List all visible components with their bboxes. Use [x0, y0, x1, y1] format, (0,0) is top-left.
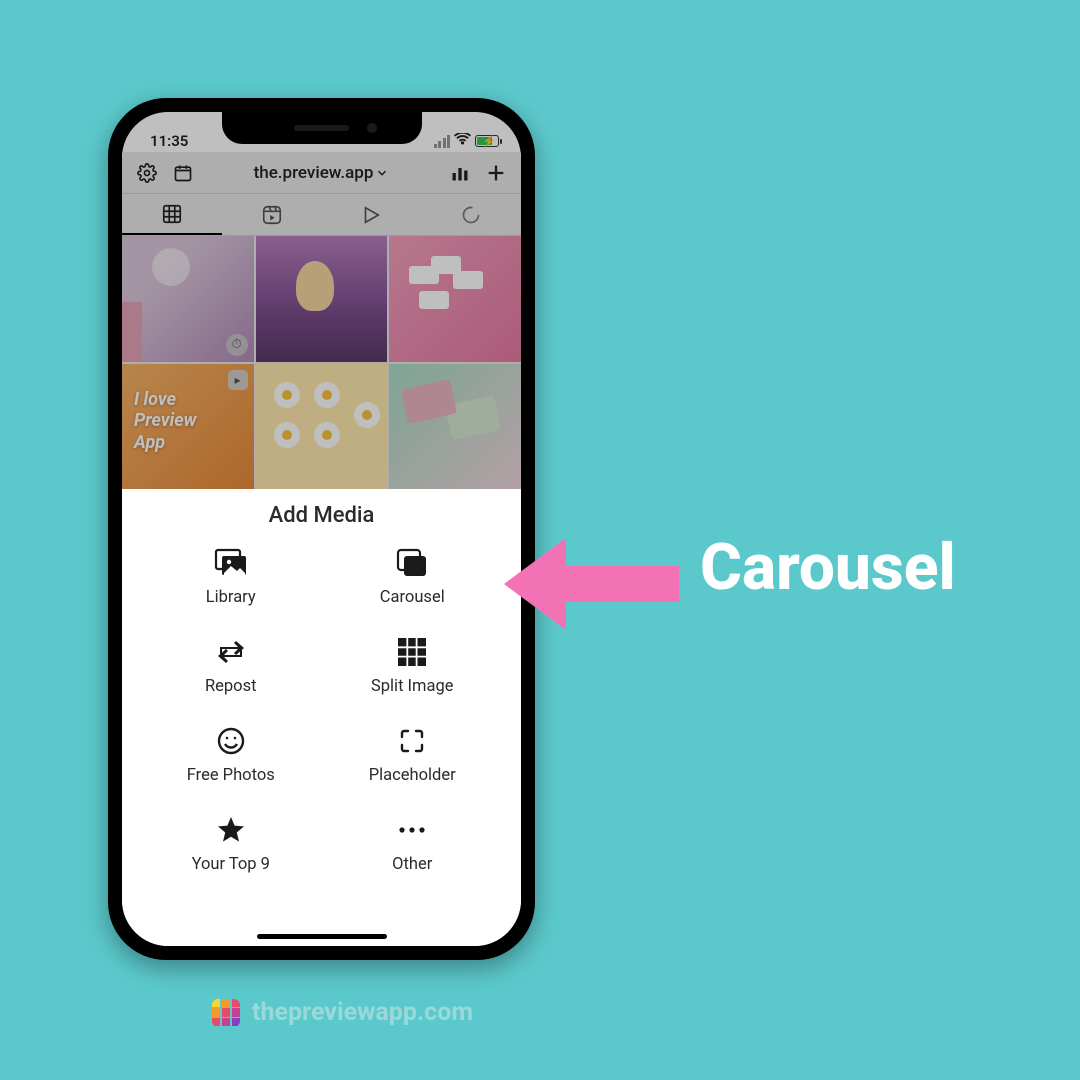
media-menu: Library Carousel Repost	[122, 546, 521, 874]
menu-label: Split Image	[371, 677, 454, 696]
menu-label: Library	[206, 588, 256, 607]
repost-icon	[214, 635, 248, 669]
modal-backdrop[interactable]	[122, 112, 521, 489]
menu-repost[interactable]: Repost	[140, 635, 322, 696]
home-indicator	[257, 934, 387, 939]
menu-library[interactable]: Library	[140, 546, 322, 607]
preview-logo-icon	[212, 999, 240, 1027]
library-icon	[214, 546, 248, 580]
smiley-icon	[214, 724, 248, 758]
menu-label: Free Photos	[187, 766, 275, 785]
callout-label: Carousel	[700, 530, 956, 605]
star-icon	[214, 813, 248, 847]
menu-label: Your Top 9	[192, 855, 270, 874]
menu-split-image[interactable]: Split Image	[322, 635, 504, 696]
menu-label: Placeholder	[369, 766, 456, 785]
add-media-sheet: Add Media Library Carousel	[122, 489, 521, 946]
placeholder-icon	[395, 724, 429, 758]
menu-label: Other	[392, 855, 432, 874]
phone-screen: 11:35 ⚡ the.preview.app	[122, 112, 521, 946]
footer: thepreviewapp.com	[212, 998, 473, 1027]
more-icon	[395, 813, 429, 847]
split-image-icon	[395, 635, 429, 669]
menu-free-photos[interactable]: Free Photos	[140, 724, 322, 785]
menu-label: Repost	[205, 677, 257, 696]
phone-notch	[222, 112, 422, 144]
menu-carousel[interactable]: Carousel	[322, 546, 504, 607]
menu-other[interactable]: Other	[322, 813, 504, 874]
menu-top-9[interactable]: Your Top 9	[140, 813, 322, 874]
callout-arrow	[504, 530, 679, 638]
sheet-title: Add Media	[122, 503, 521, 528]
phone-frame: 11:35 ⚡ the.preview.app	[108, 98, 535, 960]
footer-url: thepreviewapp.com	[252, 998, 473, 1027]
carousel-icon	[395, 546, 429, 580]
menu-label: Carousel	[380, 588, 445, 607]
menu-placeholder[interactable]: Placeholder	[322, 724, 504, 785]
